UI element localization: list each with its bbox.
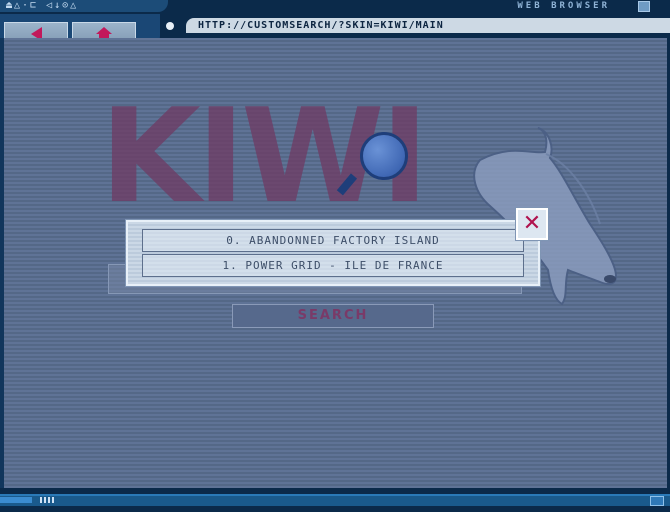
window-title: WEB BROWSER — [517, 1, 610, 11]
close-icon: ✕ — [522, 211, 542, 236]
close-popup-button[interactable]: ✕ — [516, 208, 548, 240]
address-bar[interactable]: HTTP://CUSTOMSEARCH/?SKIN=KIWI/MAIN — [186, 18, 670, 33]
suggestion-item[interactable]: 0. ABANDONNED FACTORY ISLAND — [142, 229, 524, 252]
bottom-progress-strip — [0, 494, 670, 506]
magnifier-icon — [360, 132, 408, 180]
status-bar-button[interactable] — [650, 496, 664, 506]
top-toolbar-icons[interactable]: ⏏△·⊏ ◁↓⊙△ — [0, 0, 168, 12]
content-left-edge — [0, 38, 4, 488]
suggestion-popup: 0. ABANDONNED FACTORY ISLAND 1. POWER GR… — [126, 220, 540, 286]
url-status-dot — [166, 22, 174, 30]
suggestion-item[interactable]: 1. POWER GRID - ILE DE FRANCE — [142, 254, 524, 277]
search-button[interactable]: SEARCH — [232, 304, 434, 328]
kiwi-logo: KIWI — [100, 80, 429, 232]
progress-ticks-icon — [40, 497, 56, 503]
window-control-button[interactable] — [638, 1, 650, 12]
progress-segment — [0, 497, 32, 503]
